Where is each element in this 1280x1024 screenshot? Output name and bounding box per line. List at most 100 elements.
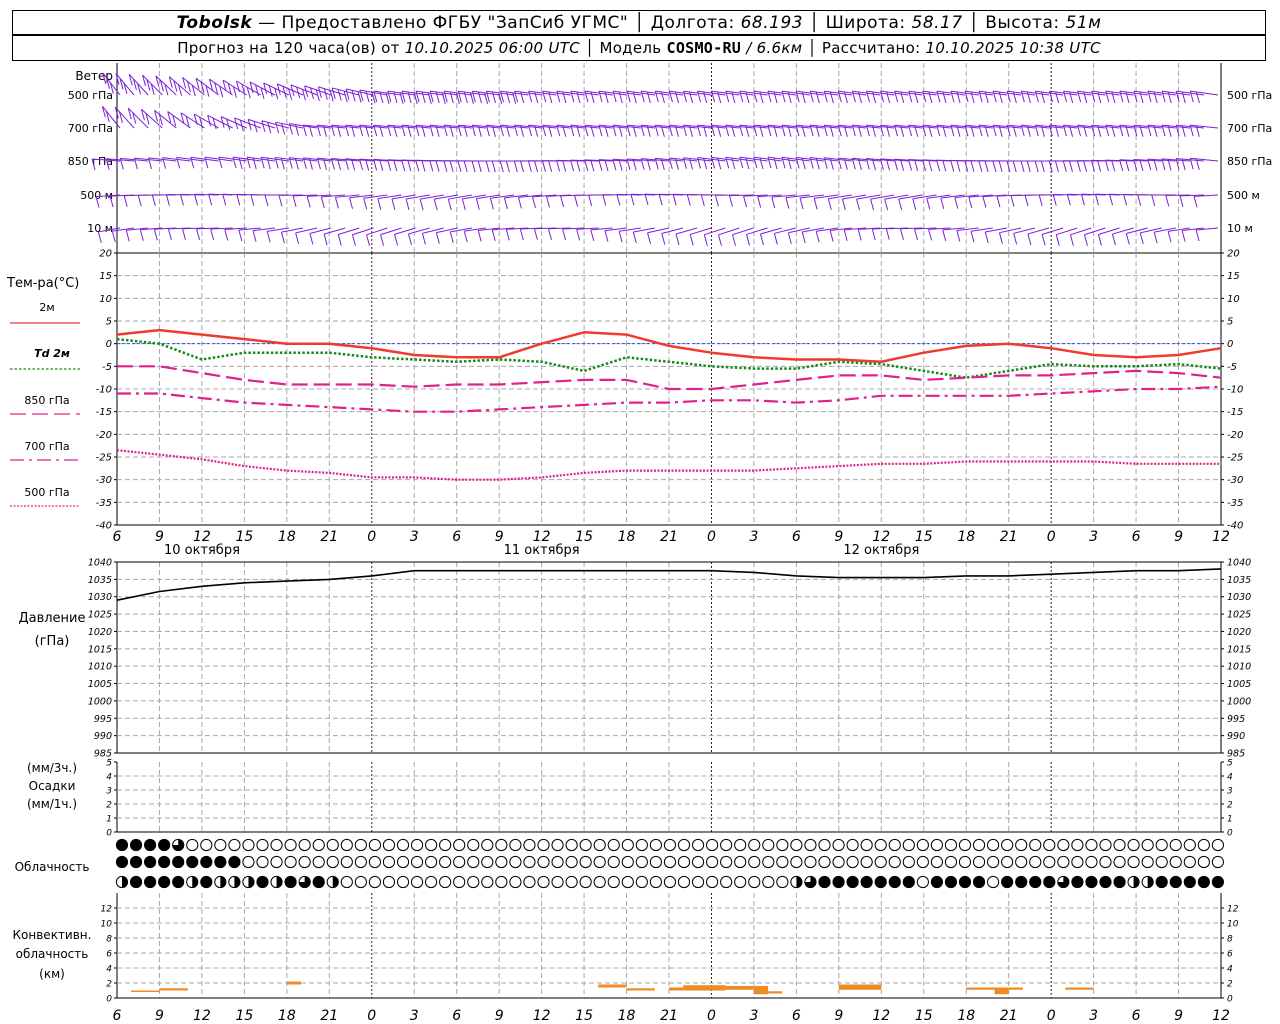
cloud-circle [537,855,550,869]
cloud-fill-full [313,876,325,888]
wind-barb [602,194,627,206]
wind-barb-feather [640,90,645,103]
wind-barb-feather [379,159,384,171]
cloud-circle [944,838,958,852]
y-tick-label-left: 4 [106,965,112,975]
y-tick-label-left: 1020 [88,627,112,638]
wind-barb-feather [165,194,170,206]
wind-barb-feather [204,157,209,169]
cloud-symbol [551,875,564,889]
cloud-circle [354,838,367,852]
legend-label: 850 гПа [24,394,69,407]
cloud-fill-full [172,856,184,868]
y-tick-label-right: 1 [1227,815,1233,825]
wind-barb-feather [447,198,452,211]
cloud-symbol [706,875,719,889]
wind-barb-feather [137,195,142,207]
y-tick-label-right: 990 [1227,731,1245,742]
cloud-fill-full [1113,876,1126,888]
x-tick-label: 18 [957,529,975,545]
cloud-fill-full [861,876,873,888]
wind-barb-feather [562,91,567,104]
wind-barb-feather [964,90,969,103]
y-tick-label-right: 20 [1227,249,1240,260]
cloud-circle [607,855,620,869]
wind-barb-feather [857,229,862,241]
wind-barb-feather [675,233,680,246]
cloud-circle [748,855,761,869]
convective-cloud-bar [753,986,769,995]
cloud-circle [368,875,381,889]
wind-barb-feather [894,90,899,103]
wind-barb-feather [998,160,1003,173]
wind-barb-feather [1147,90,1152,103]
x-tick-label: 9 [834,529,843,545]
wind-barb-feather [898,198,903,211]
cloud-symbol [214,855,227,869]
cloud-fill-full [228,856,240,868]
cloud-circle [1183,855,1196,869]
cloud-circle [1099,855,1112,869]
cloud-symbol [635,838,648,852]
cloud-symbol [663,838,677,852]
wind-barb-feather [970,160,975,172]
wind-barb-feather [799,197,804,210]
cloud-circle [846,855,859,869]
cloud-symbol [439,838,452,852]
wind-barb-feather [1048,160,1053,173]
x-tick-label: 0 [1047,1008,1056,1024]
wind-barb [519,227,543,241]
x-tick-label: 3 [749,1008,758,1024]
wind-barb-feather [435,91,440,104]
cloud-circle [1141,855,1154,869]
cloud-symbol [635,855,648,869]
cloud-symbol [1211,855,1225,869]
cloud-circle [340,838,353,852]
cloud-symbol [1183,875,1196,889]
cloud-circle [734,838,747,852]
cloud-symbol [467,855,480,869]
wind-barb [746,227,768,246]
wind-barb [714,194,740,207]
cloud-circle [972,838,986,852]
cloud-symbol [453,875,466,889]
wind-barb [672,193,698,206]
wind-barb [165,194,191,206]
cloud-symbol [1113,838,1126,852]
cloud-circle [410,838,424,852]
wind-barb-feather [380,234,385,246]
wind-barb-feather [280,232,285,244]
wind-barb [984,227,1007,244]
wind-barb-feather [632,91,637,104]
cloud-symbol [1043,838,1056,852]
cloud-fill-full [1170,876,1182,888]
cloud-symbol [748,838,761,852]
y-tick-label-left: -30 [96,475,112,486]
wind-barb-feather [1119,159,1124,171]
cloud-symbol [509,875,522,889]
cloud-fill-full [158,876,170,888]
cloud-fill-full [214,856,226,868]
wind-barb [728,194,754,207]
cloud-symbol [129,838,143,852]
wind-barb-feather [815,91,820,104]
wind-barb-feather [1091,90,1096,103]
cloud-symbol [368,855,381,869]
convective-cloud-bar [131,990,160,992]
wind-barb [123,194,149,207]
cloud-circle [1001,855,1014,869]
y-tick-label-left: -20 [96,430,112,441]
cloud-symbol [284,855,297,869]
wind-barb [1048,160,1078,173]
cloud-symbol [1127,855,1140,869]
wind-barb [366,227,388,246]
legend-label: 500 гПа [24,486,69,499]
cloud-circle [1071,838,1084,852]
cloud-symbol [734,855,747,869]
wind-barb-feather [1038,194,1043,206]
x-tick-label: 6 [113,529,122,545]
cloud-symbol [228,875,241,889]
wind-barb-feather [278,195,283,207]
cloud-symbol [439,855,452,869]
wind-barb-feather [429,160,434,172]
